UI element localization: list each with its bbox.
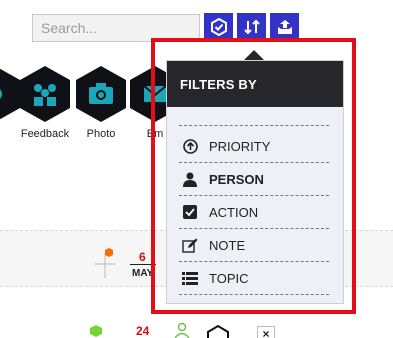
filter-person[interactable]: PERSON <box>179 163 329 196</box>
filter-label: NOTE <box>209 237 246 253</box>
app-photo[interactable]: Photo <box>76 66 126 140</box>
filter-label: ACTION <box>209 204 259 220</box>
filter-priority[interactable]: PRIORITY <box>179 130 329 163</box>
date-divider <box>130 264 156 265</box>
app-page: Feedback Photo Em 6 MAY <box>0 0 393 338</box>
arrow-up-circle-icon <box>181 138 199 154</box>
shield-check-button[interactable] <box>204 13 233 41</box>
person-icon <box>181 171 199 187</box>
checkbox-icon <box>181 204 199 220</box>
app-partial[interactable] <box>0 66 20 128</box>
sort-button[interactable] <box>237 13 266 41</box>
camera-icon <box>76 66 126 122</box>
date-day: 6 <box>139 250 146 264</box>
search-box[interactable] <box>32 14 200 42</box>
list-divider <box>179 125 329 126</box>
shield-check-icon <box>210 18 227 36</box>
crosshair-icon <box>94 248 116 278</box>
hexagon-outline-icon <box>207 325 229 338</box>
upload-button[interactable] <box>270 13 299 41</box>
close-button[interactable]: × <box>257 326 275 338</box>
app-feedback[interactable]: Feedback <box>20 66 70 140</box>
list-icon <box>181 270 199 286</box>
feedback-icon <box>20 66 70 122</box>
upload-box-icon <box>277 20 292 34</box>
date-month: MAY <box>132 268 154 279</box>
filter-list: PRIORITY PERSON ACTION NOTE TOPIC <box>167 107 343 295</box>
sort-icon <box>243 19 260 35</box>
filter-topic[interactable]: TOPIC <box>179 262 329 295</box>
count-value: 24 <box>136 324 150 338</box>
dropdown-caret <box>244 50 264 60</box>
filter-action[interactable]: ACTION <box>179 196 329 229</box>
search-input[interactable] <box>33 15 199 41</box>
person-outline-icon <box>174 322 190 338</box>
edit-icon <box>181 237 199 253</box>
filter-label: PERSON <box>209 171 264 187</box>
filters-dropdown: FILTERS BY PRIORITY PERSON ACTION NOTE T… <box>166 60 344 304</box>
partial-app-icon <box>0 66 20 122</box>
filter-label: TOPIC <box>209 270 249 286</box>
dropdown-header: FILTERS BY <box>167 61 343 107</box>
filter-label: PRIORITY <box>209 138 271 154</box>
green-hex-icon <box>90 325 102 337</box>
filter-note[interactable]: NOTE <box>179 229 329 262</box>
